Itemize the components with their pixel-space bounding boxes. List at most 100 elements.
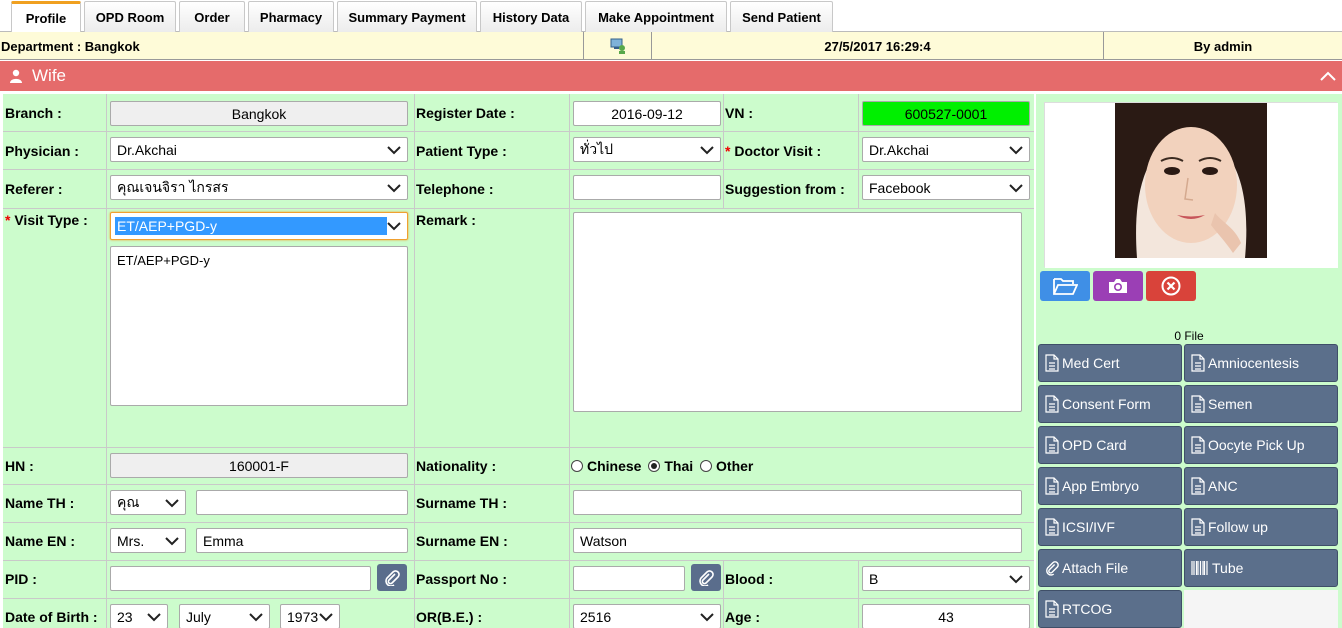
name-en-field[interactable]: Emma: [196, 528, 408, 553]
telephone-field[interactable]: [573, 175, 721, 200]
network-icon-cell[interactable]: [584, 32, 652, 60]
nationality-option-thai: Thai: [664, 458, 694, 474]
age-field[interactable]: 43: [862, 604, 1030, 628]
nationality-radio-thai[interactable]: [648, 460, 661, 472]
visit-type-list[interactable]: ET/AEP+PGD-y: [110, 246, 408, 406]
tab-opd-room[interactable]: OPD Room: [84, 1, 176, 32]
document-icon: [1045, 477, 1059, 495]
document-icon: [1191, 477, 1205, 495]
document-icon: [1191, 354, 1205, 372]
icsi-ivf-button[interactable]: ICSI/IVF: [1038, 508, 1182, 546]
doctor-visit-label: * Doctor Visit :: [725, 143, 821, 159]
datetime-cell: 27/5/2017 16:29:4: [652, 32, 1104, 60]
paperclip-icon: [1046, 561, 1059, 576]
branch-field[interactable]: Bangkok: [110, 101, 408, 126]
opd-card-button[interactable]: OPD Card: [1038, 426, 1182, 464]
camera-button[interactable]: [1093, 271, 1143, 301]
pid-field[interactable]: [110, 566, 371, 591]
dob-day-select[interactable]: 23: [110, 604, 168, 628]
chevron-down-icon: [387, 184, 401, 193]
camera-icon: [1109, 279, 1127, 293]
dob-year-value: 1973: [287, 608, 319, 625]
or-be-select[interactable]: 2516: [573, 604, 721, 628]
app-embryo-button[interactable]: App Embryo: [1038, 467, 1182, 505]
age-label: Age :: [725, 609, 760, 625]
rtcog-button[interactable]: RTCOG: [1038, 590, 1182, 628]
referer-label: Referer :: [5, 181, 63, 197]
dob-year-select[interactable]: 1973: [280, 604, 340, 628]
surname-th-field[interactable]: [573, 490, 1022, 515]
visit-type-list-item[interactable]: ET/AEP+PGD-y: [117, 253, 210, 268]
surname-en-label: Surname EN :: [416, 533, 508, 549]
nationality-option-other: Other: [716, 458, 754, 474]
med-cert-button[interactable]: Med Cert: [1038, 344, 1182, 382]
passport-attach-button[interactable]: [691, 564, 721, 591]
nationality-radio-chinese[interactable]: [571, 460, 583, 472]
oocyte-pick-up-label: Oocyte Pick Up: [1208, 437, 1305, 453]
semen-button[interactable]: Semen: [1184, 385, 1338, 423]
rtcog-label: RTCOG: [1062, 601, 1113, 617]
document-icon: [1045, 600, 1059, 618]
semen-label: Semen: [1208, 396, 1253, 412]
dob-month-select[interactable]: July: [179, 604, 270, 628]
register-date-label: Register Date :: [416, 105, 515, 121]
suggestion-select[interactable]: Facebook: [862, 175, 1030, 200]
hn-field[interactable]: 160001-F: [110, 453, 408, 478]
name-th-prefix-select[interactable]: คุณ: [110, 490, 186, 515]
referer-select[interactable]: คุณเจนจิรา ไกรสร: [110, 175, 408, 200]
passport-field[interactable]: [573, 566, 685, 591]
surname-en-field[interactable]: Watson: [573, 528, 1022, 553]
department-text: Department : Bangkok: [1, 38, 140, 54]
remark-textarea[interactable]: [573, 212, 1022, 412]
blood-select[interactable]: B: [862, 566, 1030, 591]
attach-file-button[interactable]: Attach File: [1038, 549, 1182, 587]
visit-type-select[interactable]: ET/AEP+PGD-y: [110, 212, 408, 240]
register-date-field[interactable]: 2016-09-12: [573, 101, 721, 126]
anc-button[interactable]: ANC: [1184, 467, 1338, 505]
name-th-field[interactable]: [196, 490, 408, 515]
required-marker: *: [5, 212, 11, 228]
chevron-down-icon: [147, 613, 161, 622]
vn-field[interactable]: 600527-0001: [862, 101, 1030, 126]
paperclip-icon: [385, 569, 400, 586]
visit-type-label: * Visit Type :: [5, 212, 88, 228]
pid-attach-button[interactable]: [377, 564, 407, 591]
right-panel: 0 File Med Cert Amniocentesis Consent Fo…: [1036, 94, 1342, 628]
patient-type-select[interactable]: ทั่วไป: [573, 137, 721, 162]
nationality-radio-other[interactable]: [700, 460, 713, 472]
consent-form-button[interactable]: Consent Form: [1038, 385, 1182, 423]
amniocentesis-button[interactable]: Amniocentesis: [1184, 344, 1338, 382]
anc-label: ANC: [1208, 478, 1238, 494]
tab-profile[interactable]: Profile: [11, 1, 81, 33]
delete-photo-button[interactable]: [1146, 271, 1196, 301]
tab-send-patient[interactable]: Send Patient: [730, 1, 833, 32]
follow-up-button[interactable]: Follow up: [1184, 508, 1338, 546]
physician-select[interactable]: Dr.Akchai: [110, 137, 408, 162]
close-circle-icon: [1161, 276, 1181, 296]
surname-th-label: Surname TH :: [416, 495, 508, 511]
opd-card-label: OPD Card: [1062, 437, 1127, 453]
tab-make-appointment[interactable]: Make Appointment: [585, 1, 727, 32]
barcode-icon: [1191, 561, 1208, 575]
suggestion-value: Facebook: [869, 179, 931, 196]
oocyte-pick-up-button[interactable]: Oocyte Pick Up: [1184, 426, 1338, 464]
tab-pharmacy[interactable]: Pharmacy: [248, 1, 334, 32]
document-icon: [1045, 354, 1059, 372]
tab-order[interactable]: Order: [179, 1, 245, 32]
remark-label: Remark :: [416, 212, 476, 228]
doctor-visit-select[interactable]: Dr.Akchai: [862, 137, 1030, 162]
name-en-prefix-select[interactable]: Mrs.: [110, 528, 186, 553]
app-embryo-label: App Embryo: [1062, 478, 1140, 494]
open-folder-button[interactable]: [1040, 271, 1090, 301]
telephone-label: Telephone :: [416, 181, 494, 197]
nationality-option-chinese: Chinese: [587, 458, 642, 474]
tube-button[interactable]: Tube: [1184, 549, 1338, 587]
tab-summary-payment[interactable]: Summary Payment: [337, 1, 477, 32]
chevron-up-icon[interactable]: [1320, 71, 1336, 81]
wife-section-header[interactable]: Wife: [0, 61, 1342, 91]
network-user-icon[interactable]: [609, 38, 627, 54]
physician-value: Dr.Akchai: [117, 141, 177, 158]
tab-history-data[interactable]: History Data: [480, 1, 582, 32]
referer-value: คุณเจนจิรา ไกรสร: [117, 178, 229, 195]
consent-form-label: Consent Form: [1062, 396, 1151, 412]
